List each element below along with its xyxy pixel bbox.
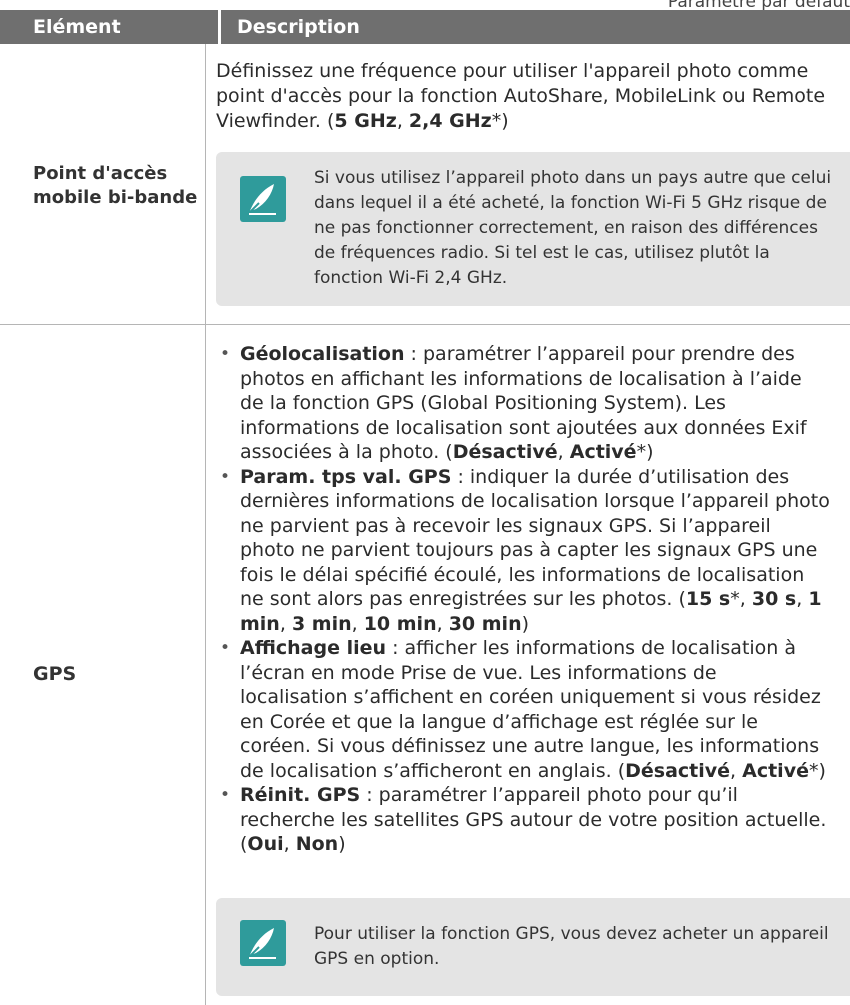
note-text-wifi: Si vous utilisez l’appareil photo dans u…	[314, 168, 832, 288]
column-divider	[205, 44, 206, 1005]
note-pen-icon	[240, 920, 286, 966]
row-label-line: mobile bi-bande	[33, 187, 198, 208]
desc-text: Définissez une fréquence pour utiliser l…	[216, 60, 826, 132]
note-text-gps: Pour utiliser la fonction GPS, vous deve…	[314, 924, 829, 969]
table-header: Elément Description	[0, 10, 850, 44]
option-24ghz: 2,4 GHz	[408, 110, 492, 132]
list-item: • Réinit. GPS : paramétrer l’appareil pho…	[220, 784, 827, 855]
note-box-gps: Pour utiliser la fonction GPS, vous deve…	[216, 898, 850, 996]
option-5ghz: 5 GHz	[334, 110, 397, 132]
row-label-gps: GPS	[33, 663, 77, 685]
note-box-wifi: Si vous utilisez l’appareil photo dans u…	[216, 152, 850, 306]
header-element: Elément	[0, 10, 221, 44]
row-label-line: Point d'accès	[33, 163, 168, 184]
list-item: • Géolocalisation : paramétrer l’appareil…	[220, 343, 807, 463]
row-label-hotspot: Point d'accès mobile bi-bande	[33, 162, 197, 210]
list-item: • Affichage lieu : afficher les informati…	[220, 637, 826, 782]
header-description: Description	[237, 16, 360, 38]
note-pen-icon	[240, 176, 286, 222]
row-description-gps: • Géolocalisation : paramétrer l’appareil…	[216, 342, 830, 857]
row-divider	[0, 324, 850, 325]
row-description-hotspot: Définissez une fréquence pour utiliser l…	[216, 60, 826, 132]
list-item: • Param. tps val. GPS : indiquer la durée…	[220, 465, 830, 635]
